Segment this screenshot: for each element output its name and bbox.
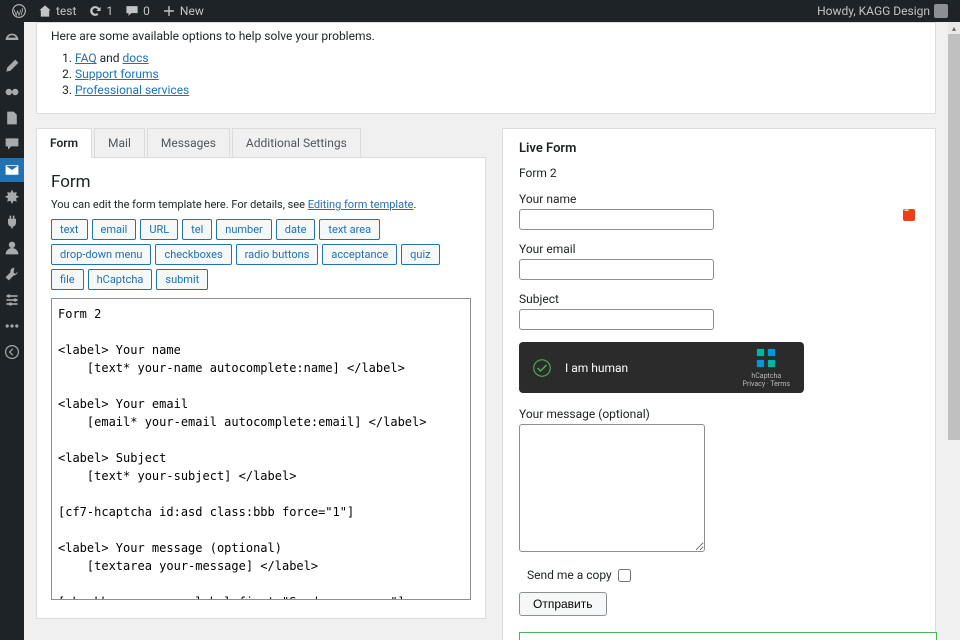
pill-URL[interactable]: URL — [140, 219, 178, 240]
menu-pages[interactable] — [0, 106, 24, 130]
menu-comments[interactable] — [0, 132, 24, 156]
menu-collapse[interactable] — [0, 340, 24, 364]
tab-mail[interactable]: Mail — [94, 128, 145, 157]
link-docs[interactable]: docs — [123, 51, 149, 65]
menu-dashboard[interactable] — [0, 28, 24, 52]
form-panel: Form You can edit the form template here… — [36, 157, 486, 619]
menu-tools[interactable] — [0, 262, 24, 286]
pill-file[interactable]: file — [51, 269, 84, 290]
live-title: Live Form — [519, 141, 919, 156]
link-pro[interactable]: Professional services — [75, 83, 189, 97]
avatar — [934, 4, 948, 18]
menu-other[interactable] — [0, 314, 24, 338]
pill-checkboxes[interactable]: checkboxes — [155, 244, 231, 265]
pill-drop-down-menu[interactable]: drop-down menu — [51, 244, 151, 265]
tab-messages[interactable]: Messages — [147, 128, 230, 157]
panel-heading: Form — [51, 172, 471, 192]
input-name[interactable] — [519, 209, 714, 230]
pill-acceptance[interactable]: acceptance — [322, 244, 397, 265]
tab-settings[interactable]: Additional Settings — [232, 128, 361, 157]
panel-tabs: Form Mail Messages Additional Settings — [36, 128, 486, 157]
tag-pills: textemailURLtelnumberdatetext area drop-d… — [51, 219, 471, 290]
pill-radio-buttons[interactable]: radio buttons — [236, 244, 319, 265]
pill-hCaptcha[interactable]: hCaptcha — [88, 269, 153, 290]
input-subject[interactable] — [519, 309, 714, 330]
howdy[interactable]: Howdy, KAGG Design — [813, 4, 952, 18]
tab-form[interactable]: Form — [36, 128, 92, 158]
scrollbar-thumb[interactable] — [948, 34, 960, 440]
help-panel: Here are some available options to help … — [36, 22, 936, 114]
menu-posts[interactable] — [0, 54, 24, 78]
checkbox-copy[interactable] — [618, 569, 631, 582]
comments[interactable]: 0 — [121, 4, 154, 18]
submit-button[interactable]: Отправить — [519, 592, 607, 616]
menu-media[interactable] — [0, 80, 24, 104]
pill-text-area[interactable]: text area — [319, 219, 380, 240]
label-subject: Subject — [519, 292, 919, 306]
menu-plugins[interactable] — [0, 210, 24, 234]
panel-help: You can edit the form template here. For… — [51, 198, 471, 211]
pill-submit[interactable]: submit — [156, 269, 208, 290]
new[interactable]: New — [158, 4, 208, 18]
pill-date[interactable]: date — [276, 219, 316, 240]
input-message[interactable] — [519, 424, 705, 552]
input-email[interactable] — [519, 259, 714, 280]
pill-quiz[interactable]: quiz — [401, 244, 439, 265]
hcaptcha-logo: hCaptcha Privacy · Terms — [743, 347, 790, 388]
live-form-title: Form 2 — [519, 166, 919, 180]
hcaptcha-text: I am human — [565, 361, 729, 375]
pill-text[interactable]: text — [51, 219, 88, 240]
label-copy: Send me a copy — [527, 568, 612, 582]
scrollbar[interactable]: ▴ — [948, 22, 960, 640]
check-icon — [533, 359, 551, 377]
link-faq[interactable]: FAQ — [75, 51, 97, 65]
menu-settings[interactable] — [0, 288, 24, 312]
lastpass-icon[interactable] — [903, 209, 915, 221]
help-intro: Here are some available options to help … — [51, 29, 375, 43]
label-message: Your message (optional) — [519, 407, 919, 421]
updates[interactable]: 1 — [84, 4, 117, 18]
content-area: Here are some available options to help … — [24, 22, 948, 640]
live-form-panel: Live Form Form 2 Your name Your email Su… — [502, 128, 936, 640]
pill-tel[interactable]: tel — [182, 219, 212, 240]
wp-logo[interactable] — [8, 4, 30, 18]
menu-appearance[interactable] — [0, 184, 24, 208]
pill-number[interactable]: number — [216, 219, 272, 240]
admin-bar: test 1 0 New Howdy, KAGG Design — [0, 0, 960, 22]
link-template[interactable]: Editing form template — [308, 198, 414, 211]
label-email: Your email — [519, 242, 919, 256]
success-message: Thank you for your message. It has been … — [519, 632, 937, 640]
form-code[interactable] — [51, 298, 471, 600]
admin-menu — [0, 22, 24, 640]
pill-email[interactable]: email — [92, 219, 137, 240]
hcaptcha-widget[interactable]: I am human hCaptcha Privacy · Terms — [519, 342, 804, 393]
link-support[interactable]: Support forums — [75, 67, 159, 81]
site-name[interactable]: test — [34, 4, 80, 18]
scroll-up-icon[interactable]: ▴ — [948, 22, 960, 34]
menu-contact[interactable] — [0, 158, 24, 182]
label-name: Your name — [519, 192, 919, 206]
menu-users[interactable] — [0, 236, 24, 260]
